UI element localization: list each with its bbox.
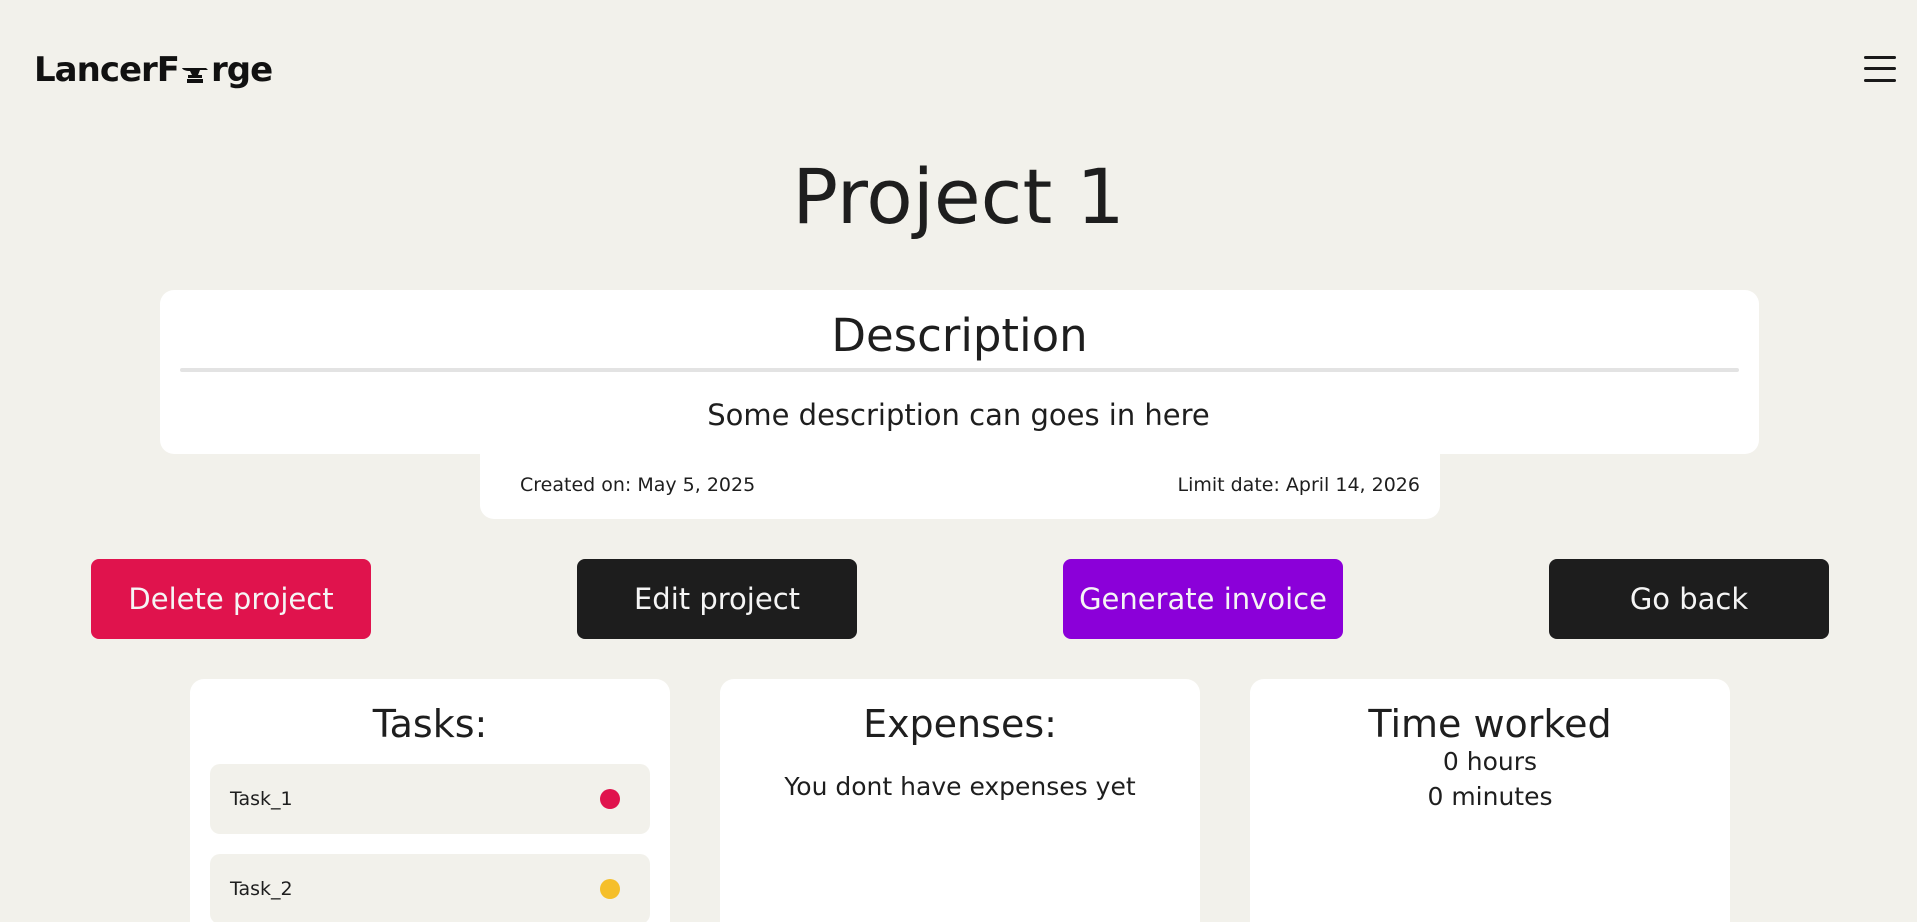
delete-project-button[interactable]: Delete project — [91, 559, 371, 639]
logo-text-left: LancerF — [34, 50, 180, 90]
tasks-panel: Tasks: Task_1 Task_2 — [190, 679, 670, 922]
hamburger-menu-icon[interactable] — [1861, 50, 1899, 88]
project-page: LancerF rge Project 1 Description Some d… — [0, 0, 1917, 922]
task-status-dot — [600, 879, 620, 899]
description-divider — [180, 368, 1739, 372]
lancerforge-logo[interactable]: LancerF rge — [34, 50, 273, 90]
go-back-button[interactable]: Go back — [1549, 559, 1829, 639]
tasks-title: Tasks: — [372, 702, 488, 746]
page-title: Project 1 — [792, 152, 1125, 241]
task-item[interactable]: Task_2 — [210, 854, 650, 922]
dates-panel: Created on: May 5, 2025 Limit date: Apri… — [480, 450, 1440, 519]
task-name: Task_1 — [230, 788, 293, 810]
time-worked-minutes: 0 minutes — [1427, 782, 1553, 811]
logo-text-right: rge — [211, 50, 273, 90]
task-status-dot — [600, 789, 620, 809]
task-item[interactable]: Task_1 — [210, 764, 650, 834]
task-name: Task_2 — [230, 878, 293, 900]
anvil-icon — [180, 57, 210, 83]
expenses-empty-text: You dont have expenses yet — [784, 772, 1136, 801]
time-worked-hours: 0 hours — [1442, 747, 1538, 776]
expenses-panel: Expenses: You dont have expenses yet — [720, 679, 1200, 922]
expenses-title: Expenses: — [863, 702, 1057, 746]
edit-project-button[interactable]: Edit project — [577, 559, 857, 639]
time-worked-panel: Time worked 0 hours 0 minutes — [1250, 679, 1730, 922]
created-on-date: Created on: May 5, 2025 — [520, 474, 756, 496]
description-heading: Description — [831, 309, 1088, 362]
limit-date: Limit date: April 14, 2026 — [1177, 474, 1420, 496]
time-worked-title: Time worked — [1368, 702, 1612, 746]
description-text: Some description can goes in here — [707, 398, 1210, 432]
generate-invoice-button[interactable]: Generate invoice — [1063, 559, 1343, 639]
